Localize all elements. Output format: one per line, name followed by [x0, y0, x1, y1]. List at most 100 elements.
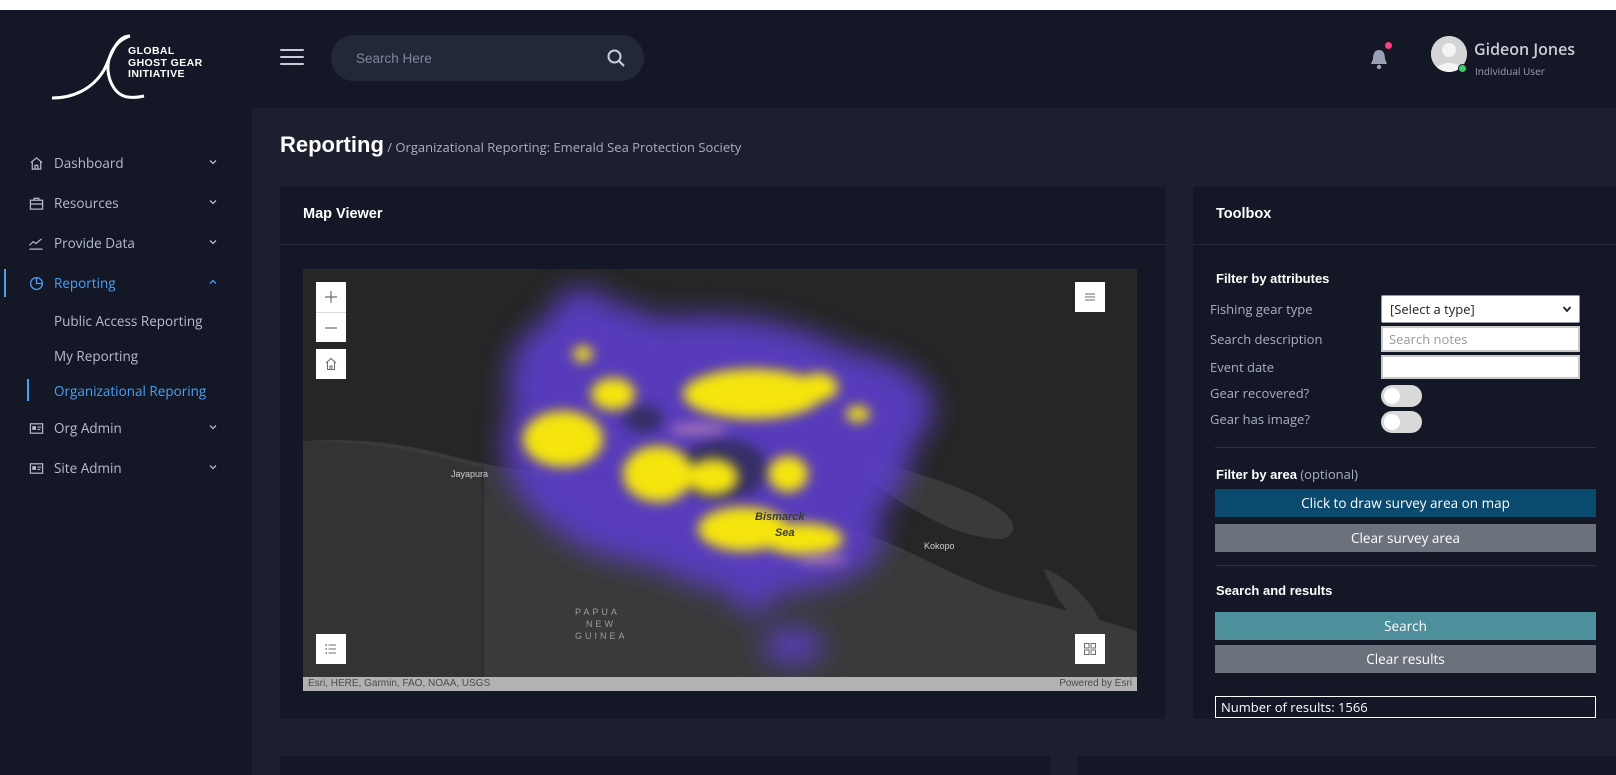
sidebar-item-resources[interactable]: Resources: [0, 183, 252, 223]
breadcrumb: / Organizational Reporting: Emerald Sea …: [383, 138, 742, 156]
gear-image-label: Gear has image?: [1210, 410, 1310, 428]
legend-button[interactable]: [316, 634, 346, 664]
toolbox-card: Toolbox Filter by attributes Fishing gea…: [1193, 187, 1616, 719]
layer-menu-button[interactable]: [1075, 282, 1105, 312]
sidebar-subitem-organizational-reporting[interactable]: Organizational Reporing: [0, 373, 252, 408]
sidebar-subitem-my-reporting[interactable]: My Reporting: [0, 338, 252, 373]
draw-survey-area-button[interactable]: Click to draw survey area on map: [1215, 489, 1596, 517]
grid-icon: [1084, 643, 1096, 655]
sidebar-item-label: Site Admin: [54, 459, 122, 477]
sidebar-subitem-label: Public Access Reporting: [54, 311, 203, 330]
list-icon: [325, 644, 336, 654]
bell-icon[interactable]: [1369, 47, 1389, 71]
search-results-heading: Search and results: [1216, 583, 1333, 598]
sidebar-subitem-label: Organizational Reporing: [54, 381, 207, 400]
app-window: GLOBAL GHOST GEAR INITIATIVE Dashboard R…: [0, 10, 1616, 775]
online-status-dot: [1458, 64, 1467, 73]
sidebar-item-label: Reporting: [54, 274, 116, 292]
map-viewer-title: Map Viewer: [303, 206, 383, 222]
toolbox-title: Toolbox: [1216, 206, 1272, 222]
attribution-text: Esri, HERE, Garmin, FAO, NOAA, USGS: [308, 678, 491, 689]
sidebar-item-label: Resources: [54, 194, 119, 212]
map-label-sea-line-2: Sea: [775, 527, 795, 539]
filter-attributes-heading: Filter by attributes: [1216, 271, 1330, 286]
map-label-png-line-2: NEW: [586, 619, 616, 629]
results-count: Number of results: 1566: [1215, 696, 1596, 718]
chevron-down-icon: [209, 425, 217, 430]
id-card-icon: [28, 460, 44, 476]
briefcase-icon: [28, 195, 44, 211]
minus-icon: [325, 326, 337, 329]
map-label-sea-line-1: Bismarck: [755, 511, 805, 523]
map-label-png-line-3: GUINEA: [575, 631, 628, 641]
filter-area-heading: Filter by area (optional): [1216, 465, 1358, 483]
sidebar-subitem-label: My Reporting: [54, 346, 139, 365]
map-canvas[interactable]: Jayapura Kokopo Bismarck Sea PAPUA NEW G…: [303, 269, 1137, 691]
sidebar: GLOBAL GHOST GEAR INITIATIVE Dashboard R…: [0, 10, 252, 775]
search-icon[interactable]: [606, 48, 626, 68]
notification-dot: [1385, 42, 1392, 49]
zoom-in-button[interactable]: [316, 282, 346, 312]
filter-area-text: Filter by area: [1216, 467, 1297, 482]
id-card-icon: [28, 420, 44, 436]
divider: [1215, 447, 1596, 448]
user-role: Individual User: [1475, 64, 1545, 78]
clear-results-button[interactable]: Clear results: [1215, 645, 1596, 673]
chevron-down-icon: [209, 200, 217, 205]
map-attribution: Esri, HERE, Garmin, FAO, NOAA, USGS Powe…: [303, 677, 1137, 691]
map-viewer-header: Map Viewer: [280, 187, 1165, 245]
chevron-down-icon: [209, 240, 217, 245]
search-button[interactable]: Search: [1215, 612, 1596, 640]
fishing-gear-selected-value: [Select a type]: [1390, 300, 1475, 318]
sidebar-item-org-admin[interactable]: Org Admin: [0, 408, 252, 448]
page-title-text: Reporting: [280, 132, 384, 157]
sidebar-item-label: Org Admin: [54, 419, 122, 437]
logo-text: GLOBAL GHOST GEAR INITIATIVE: [128, 45, 203, 81]
fishing-gear-select[interactable]: [Select a type]: [1381, 295, 1580, 323]
search-input[interactable]: [356, 48, 596, 68]
gear-image-toggle[interactable]: [1381, 411, 1422, 433]
sidebar-item-provide-data[interactable]: Provide Data: [0, 223, 252, 263]
filter-area-optional-text: (optional): [1296, 465, 1358, 483]
bottom-right-card: [1078, 756, 1616, 775]
event-date-label: Event date: [1210, 358, 1275, 376]
map-label-jayapura: Jayapura: [451, 469, 489, 479]
chevron-down-icon: [209, 160, 217, 165]
chevron-down-icon: [1562, 306, 1572, 313]
divider: [1215, 565, 1596, 566]
sidebar-item-reporting[interactable]: Reporting: [0, 263, 252, 303]
fishing-gear-label: Fishing gear type: [1210, 300, 1313, 318]
search-notes-input[interactable]: [1381, 326, 1580, 352]
toolbox-header: Toolbox: [1193, 187, 1616, 245]
top-bar: Gideon Jones Individual User: [252, 10, 1616, 108]
zoom-out-button[interactable]: [316, 312, 346, 342]
event-date-input[interactable]: [1381, 355, 1580, 379]
home-icon: [325, 357, 337, 371]
logo-line-3: INITIATIVE: [128, 68, 185, 80]
bottom-left-card: [280, 756, 1050, 775]
clear-survey-area-button[interactable]: Clear survey area: [1215, 524, 1596, 552]
sidebar-item-label: Dashboard: [54, 154, 124, 172]
menu-icon: [1085, 293, 1095, 301]
chevron-down-icon: [209, 465, 217, 470]
heatmap-layer: [303, 289, 1137, 691]
sidebar-item-dashboard[interactable]: Dashboard: [0, 143, 252, 183]
sidebar-subitem-public-access-reporting[interactable]: Public Access Reporting: [0, 303, 252, 338]
gear-recovered-label: Gear recovered?: [1210, 384, 1310, 402]
powered-by-esri[interactable]: Powered by Esri: [1059, 677, 1132, 691]
map-label-kokopo: Kokopo: [924, 541, 955, 551]
pie-chart-icon: [28, 275, 44, 291]
sidebar-item-site-admin[interactable]: Site Admin: [0, 448, 252, 488]
plus-icon: [325, 291, 337, 303]
user-name[interactable]: Gideon Jones: [1474, 38, 1575, 60]
search-bar: [331, 35, 644, 81]
home-extent-button[interactable]: [316, 349, 346, 379]
home-icon: [28, 155, 44, 171]
sidebar-item-label: Provide Data: [54, 234, 135, 252]
logo-line-1: GLOBAL: [128, 45, 175, 57]
logo[interactable]: GLOBAL GHOST GEAR INITIATIVE: [51, 32, 212, 112]
hamburger-menu-icon[interactable]: [280, 49, 304, 67]
trend-chart-icon: [28, 235, 44, 251]
gear-recovered-toggle[interactable]: [1381, 385, 1422, 407]
basemap-gallery-button[interactable]: [1075, 634, 1105, 664]
